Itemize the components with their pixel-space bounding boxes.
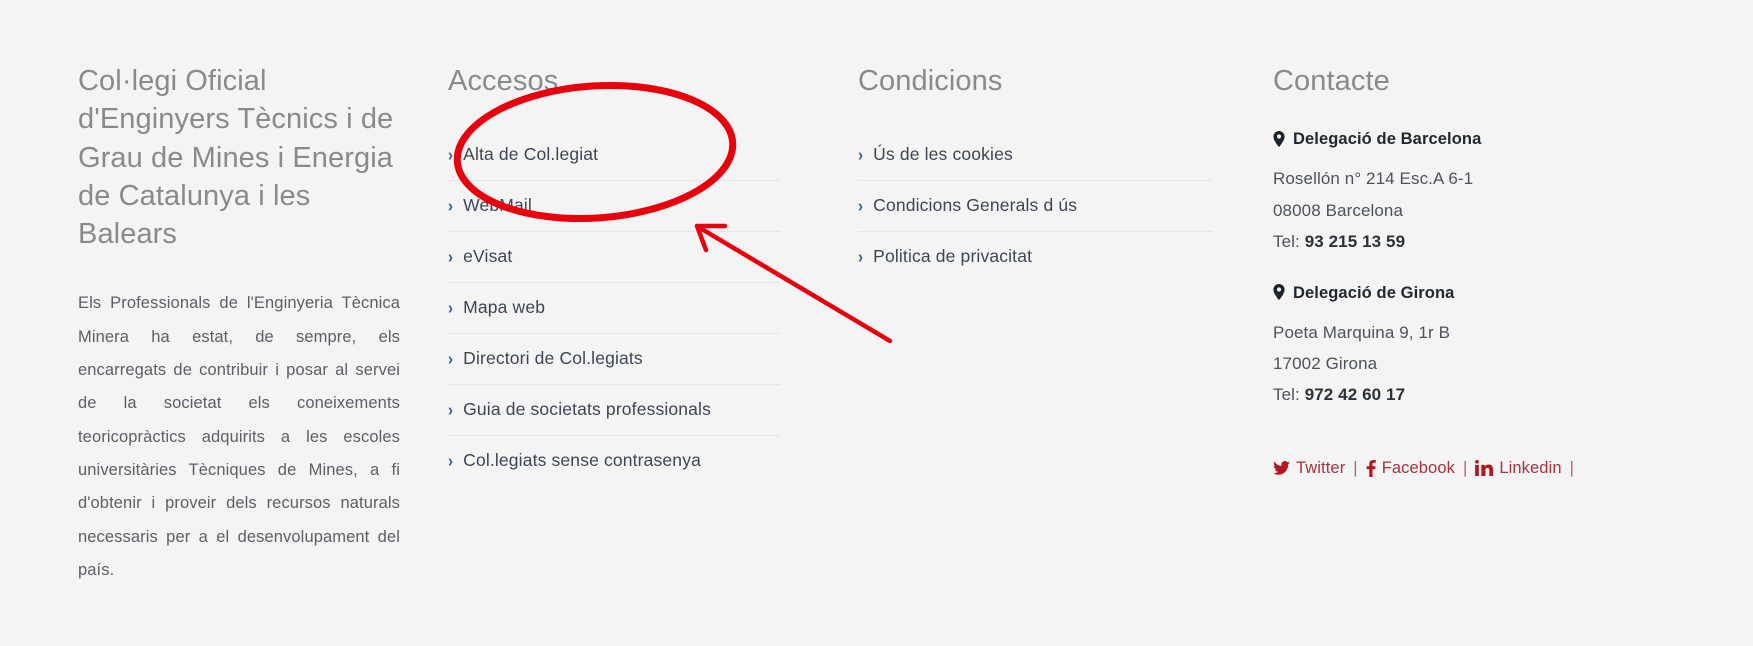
link-label: WebMail bbox=[463, 195, 532, 216]
list-item[interactable]: › Ús de les cookies bbox=[858, 130, 1213, 182]
office-girona: Delegació de Girona Poeta Marquina 9, 1r… bbox=[1273, 284, 1713, 411]
office-street: Poeta Marquina 9, 1r B bbox=[1273, 322, 1451, 342]
separator: | bbox=[1569, 458, 1574, 477]
map-pin-icon bbox=[1273, 284, 1285, 301]
link-collegiats-sense-contrasenya[interactable]: › Col.legiats sense contrasenya bbox=[448, 436, 780, 486]
chevron-right-icon: › bbox=[448, 247, 454, 268]
link-label: Mapa web bbox=[463, 297, 546, 318]
social-link-linkedin[interactable]: Linkedin bbox=[1475, 458, 1562, 478]
facebook-icon bbox=[1366, 459, 1376, 477]
separator: | bbox=[1353, 458, 1358, 477]
twitter-icon bbox=[1273, 461, 1290, 476]
social-label: Facebook bbox=[1381, 458, 1455, 477]
condicions-link-list: › Ús de les cookies › Condicions Generals … bbox=[858, 130, 1213, 282]
accesos-link-list: › Alta de Col.legiat › WebMail › eVisat › Ma… bbox=[448, 130, 780, 486]
office-city: 17002 Girona bbox=[1273, 354, 1378, 374]
chevron-right-icon: › bbox=[858, 145, 864, 166]
accesos-title: Accesos bbox=[448, 65, 559, 97]
office-phone-row: Tel: 93 215 13 59 bbox=[1273, 226, 1713, 257]
link-webmail[interactable]: › WebMail bbox=[448, 181, 780, 231]
condicions-title: Condicions bbox=[858, 65, 1003, 97]
phone-label: Tel: bbox=[1273, 385, 1300, 405]
site-footer: Col·legi Oficial d'Enginyers Tècnics i d… bbox=[0, 0, 1753, 646]
list-item[interactable]: › Politica de privacitat bbox=[858, 232, 1213, 282]
phone-number[interactable]: 972 42 60 17 bbox=[1305, 385, 1405, 404]
link-directori-de-collegiats[interactable]: › Directori de Col.legiats bbox=[448, 334, 780, 384]
list-item[interactable]: › Guia de societats professionals bbox=[448, 385, 780, 437]
list-item[interactable]: › eVisat bbox=[448, 232, 780, 284]
phone-number[interactable]: 93 215 13 59 bbox=[1305, 232, 1405, 251]
link-label: eVisat bbox=[463, 246, 513, 267]
about-title: Col·legi Oficial d'Enginyers Tècnics i d… bbox=[78, 65, 394, 251]
office-name: Delegació de Barcelona bbox=[1293, 130, 1482, 149]
office-city: 08008 Barcelona bbox=[1273, 200, 1404, 220]
social-label: Linkedin bbox=[1499, 458, 1562, 477]
link-condicions-generals-dus[interactable]: › Condicions Generals d ús bbox=[858, 181, 1213, 231]
list-item[interactable]: › Alta de Col.legiat bbox=[448, 130, 780, 182]
link-label: Col.legiats sense contrasenya bbox=[463, 450, 701, 471]
social-label: Twitter bbox=[1296, 458, 1346, 477]
phone-label: Tel: bbox=[1273, 232, 1300, 252]
link-us-de-les-cookies[interactable]: › Ús de les cookies bbox=[858, 130, 1213, 180]
link-label: Guia de societats professionals bbox=[463, 399, 711, 420]
office-phone-row: Tel: 972 42 60 17 bbox=[1273, 379, 1713, 410]
list-item[interactable]: › Condicions Generals d ús bbox=[858, 181, 1213, 233]
office-barcelona: Delegació de Barcelona Rosellón n° 214 E… bbox=[1273, 130, 1713, 257]
separator: | bbox=[1462, 458, 1468, 477]
chevron-right-icon: › bbox=[858, 247, 864, 268]
link-label: Directori de Col.legiats bbox=[463, 348, 643, 369]
link-label: Condicions Generals d ús bbox=[873, 195, 1078, 216]
chevron-right-icon: › bbox=[448, 349, 454, 370]
link-label: Ús de les cookies bbox=[873, 144, 1013, 165]
link-evisat[interactable]: › eVisat bbox=[448, 232, 780, 282]
social-links: Twitter | Facebook | Linkedin | bbox=[1273, 459, 1713, 478]
link-alta-de-collegiat[interactable]: › Alta de Col.legiat bbox=[448, 130, 780, 180]
chevron-right-icon: › bbox=[448, 298, 454, 319]
map-pin-icon bbox=[1273, 130, 1285, 147]
office-name-row: Delegació de Girona bbox=[1273, 284, 1713, 303]
office-name-row: Delegació de Barcelona bbox=[1273, 130, 1713, 149]
footer-column-contacte: Contacte Delegació de Barcelona Rosellón… bbox=[1253, 62, 1753, 646]
social-link-facebook[interactable]: Facebook bbox=[1366, 459, 1455, 478]
footer-column-about: Col·legi Oficial d'Enginyers Tècnics i d… bbox=[0, 62, 438, 646]
office-street: Rosellón n° 214 Esc.A 6-1 bbox=[1273, 169, 1474, 189]
chevron-right-icon: › bbox=[448, 145, 454, 166]
chevron-right-icon: › bbox=[448, 196, 454, 217]
social-link-twitter[interactable]: Twitter bbox=[1273, 459, 1345, 478]
list-item[interactable]: › Col.legiats sense contrasenya bbox=[448, 436, 780, 486]
footer-columns: Col·legi Oficial d'Enginyers Tècnics i d… bbox=[0, 0, 1753, 646]
list-item[interactable]: › Mapa web bbox=[448, 283, 780, 335]
contacte-title: Contacte bbox=[1273, 65, 1390, 97]
list-item[interactable]: › Directori de Col.legiats bbox=[448, 334, 780, 386]
link-guia-de-societats-professionals[interactable]: › Guia de societats professionals bbox=[448, 385, 780, 435]
footer-column-condicions: Condicions › Ús de les cookies › Condicion… bbox=[838, 62, 1253, 646]
link-label: Politica de privacitat bbox=[873, 246, 1033, 267]
list-item[interactable]: › WebMail bbox=[448, 181, 780, 233]
office-name: Delegació de Girona bbox=[1293, 283, 1455, 302]
link-politica-de-privacitat[interactable]: › Politica de privacitat bbox=[858, 232, 1213, 282]
about-paragraph: Els Professionals de l'Enginyeria Tècnic… bbox=[78, 294, 400, 579]
footer-column-accesos: Accesos › Alta de Col.legiat › WebMail › eV… bbox=[438, 62, 838, 646]
chevron-right-icon: › bbox=[858, 196, 864, 217]
link-mapa-web[interactable]: › Mapa web bbox=[448, 283, 780, 333]
chevron-right-icon: › bbox=[448, 400, 454, 421]
linkedin-icon bbox=[1475, 460, 1494, 477]
chevron-right-icon: › bbox=[448, 451, 454, 472]
link-label: Alta de Col.legiat bbox=[463, 144, 599, 165]
